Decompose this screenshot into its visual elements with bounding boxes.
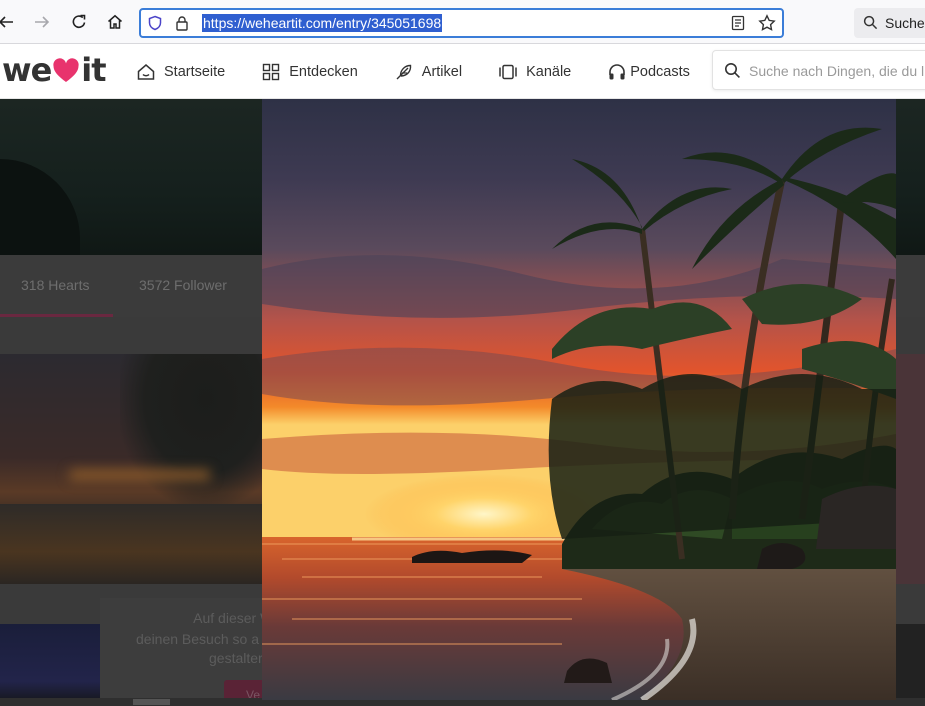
address-bar[interactable]: https://weheartit.com/entry/345051698 [139,8,784,38]
lock-icon[interactable] [174,15,190,31]
bookmark-star-icon[interactable] [758,14,776,32]
main-nav: Startseite Entdecken Artikel Kanäle Podc… [136,44,726,99]
back-button[interactable] [0,10,18,34]
nav-podcasts-label: Podcasts [630,63,690,80]
browser-search-label: Suchen [885,15,925,31]
site-search-placeholder: Suche nach Dingen, die du liebst [749,63,925,79]
browser-toolbar: https://weheartit.com/entry/345051698 Su… [0,0,925,44]
nav-discover-label: Entdecken [289,63,358,80]
nav-channels[interactable]: Kanäle [498,44,571,99]
cookie-text-line2: deinen Besuch so a [136,631,259,647]
entry-thumbnail[interactable] [0,624,100,706]
entry-thumbnail[interactable] [896,354,925,584]
site-search-input[interactable]: Suche nach Dingen, die du liebst [712,50,925,90]
cookie-banner: Auf dieser Website wer deinen Besuch so … [100,598,337,706]
forward-button[interactable] [30,10,54,34]
reload-icon [72,14,86,29]
nav-home[interactable]: Startseite [136,44,225,99]
back-icon [0,16,13,28]
heart-logo-icon [53,58,79,82]
url-text[interactable]: https://weheartit.com/entry/345051698 [202,14,443,32]
home-button[interactable] [103,10,127,34]
nav-channels-label: Kanäle [526,63,572,80]
search-icon [863,15,878,30]
home-icon [108,14,122,29]
channels-icon [499,64,517,79]
forward-icon [35,16,50,28]
nav-articles-label: Artikel [421,63,463,80]
nav-discover[interactable]: Entdecken [261,44,358,99]
active-tab-indicator [0,314,113,317]
home-icon [137,63,155,80]
reader-view-icon[interactable] [730,15,746,31]
entry-thumbnail[interactable] [896,624,925,706]
logo-text-we: we [2,51,52,89]
tab-followers[interactable]: 3572 Follower [139,277,227,293]
nav-articles[interactable]: Artikel [394,44,462,99]
site-header: we it Startseite Entdecken Artikel Kanäl… [0,44,925,99]
logo-text-it: it [81,51,106,89]
entry-thumbnail[interactable] [0,354,262,584]
reload-button[interactable] [67,10,91,34]
shield-icon[interactable] [147,15,163,31]
entry-image[interactable] [262,99,896,700]
weheartit-logo[interactable]: we it [2,51,107,89]
feather-icon [396,64,411,79]
sunset-beach-photo [262,99,896,700]
search-icon [725,63,740,78]
nav-home-label: Startseite [164,63,226,80]
grid-icon [263,63,280,80]
tab-hearts[interactable]: 318 Hearts [21,277,89,293]
browser-search-box[interactable]: Suchen [854,8,925,38]
cookie-text-line3: gestalter [209,650,263,666]
nav-podcasts[interactable]: Podcasts [607,44,690,99]
headphones-icon [609,63,626,79]
